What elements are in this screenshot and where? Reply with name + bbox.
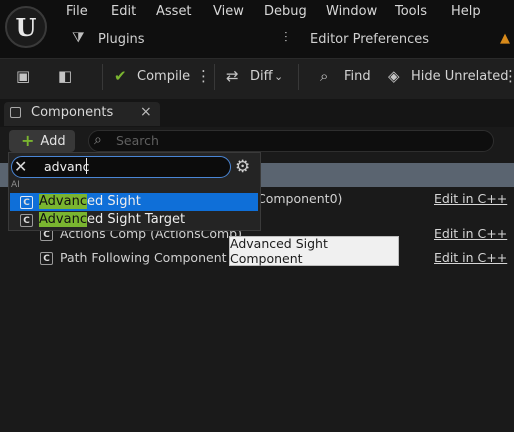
chevron-down-icon[interactable]: ⌄	[274, 70, 283, 83]
menu-view[interactable]: View	[213, 4, 244, 19]
clear-search-icon[interactable]: ✕	[14, 157, 27, 176]
component-class-icon: C	[20, 196, 33, 209]
menu-help[interactable]: Help	[451, 4, 481, 19]
tab-title: Components	[31, 105, 114, 120]
unreal-logo-icon[interactable]: U	[5, 6, 47, 48]
menu-asset[interactable]: Asset	[156, 4, 192, 19]
menu-file[interactable]: File	[66, 4, 88, 19]
hide-unrelated-icon: ◈	[388, 67, 400, 85]
warning-icon: ▲	[500, 31, 510, 46]
popup-item-advanced-sight-target[interactable]: C Advanced Sight Target	[10, 211, 258, 229]
diff-icon: ⇄	[226, 67, 239, 85]
hide-unrelated-button[interactable]: Hide Unrelated	[411, 69, 509, 84]
toolbar-divider	[214, 64, 215, 90]
search-icon: ⌕	[94, 132, 102, 148]
edit-in-cpp-link[interactable]: Edit in C++	[434, 250, 507, 265]
sliders-icon: ⫶	[284, 30, 288, 46]
component-class-icon: C	[40, 252, 53, 265]
match-highlight: Advanc	[39, 212, 87, 227]
browse-icon[interactable]: ◧	[58, 67, 72, 85]
plugins-button[interactable]: Plugins	[98, 32, 145, 47]
edit-in-cpp-link[interactable]: Edit in C++	[434, 191, 507, 206]
menu-debug[interactable]: Debug	[264, 4, 307, 19]
plugins-icon: ⧩	[72, 30, 85, 46]
settings-gear-icon[interactable]: ⚙	[235, 157, 250, 177]
match-highlight: Advanc	[39, 194, 87, 209]
text-cursor	[86, 158, 87, 174]
toolbar-divider	[102, 64, 103, 90]
edit-in-cpp-link[interactable]: Edit in C++	[434, 226, 507, 241]
tooltip: Advanced Sight Component	[229, 236, 399, 266]
diff-button[interactable]: Diff	[250, 69, 273, 84]
search-placeholder: Search	[116, 133, 159, 148]
components-tab-icon	[10, 107, 21, 118]
popup-item-advanced-sight[interactable]: C Advanced Sight	[10, 193, 258, 211]
compile-button[interactable]: Compile	[137, 69, 190, 84]
menu-edit[interactable]: Edit	[111, 4, 136, 19]
compile-status-icon: ✔	[114, 67, 127, 85]
menu-tools[interactable]: Tools	[395, 4, 427, 19]
compile-options-icon[interactable]: ⋮	[196, 67, 211, 85]
component-class-icon: C	[20, 214, 33, 227]
more-options-icon[interactable]: ⋮	[503, 67, 514, 85]
category-label: AI	[11, 180, 20, 190]
item-label: ed Sight Target	[86, 212, 186, 227]
add-button[interactable]: + Add	[9, 130, 75, 152]
find-button[interactable]: Find	[344, 69, 371, 84]
add-label: Add	[40, 133, 66, 149]
plus-icon: +	[21, 131, 35, 150]
item-label: ed Sight	[86, 194, 141, 209]
toolbar-divider	[298, 64, 299, 90]
popup-search-value: advanc	[44, 159, 90, 174]
save-icon[interactable]: ▣	[16, 67, 30, 85]
component-label: Path Following Component (Pa	[60, 250, 251, 265]
tooltip-text: Advanced Sight Component	[230, 236, 328, 266]
editor-preferences-button[interactable]: Editor Preferences	[310, 32, 429, 47]
close-icon[interactable]: ×	[140, 104, 152, 120]
component-label: Component0)	[257, 191, 343, 206]
menu-window[interactable]: Window	[326, 4, 377, 19]
find-icon: ⌕	[320, 67, 329, 85]
